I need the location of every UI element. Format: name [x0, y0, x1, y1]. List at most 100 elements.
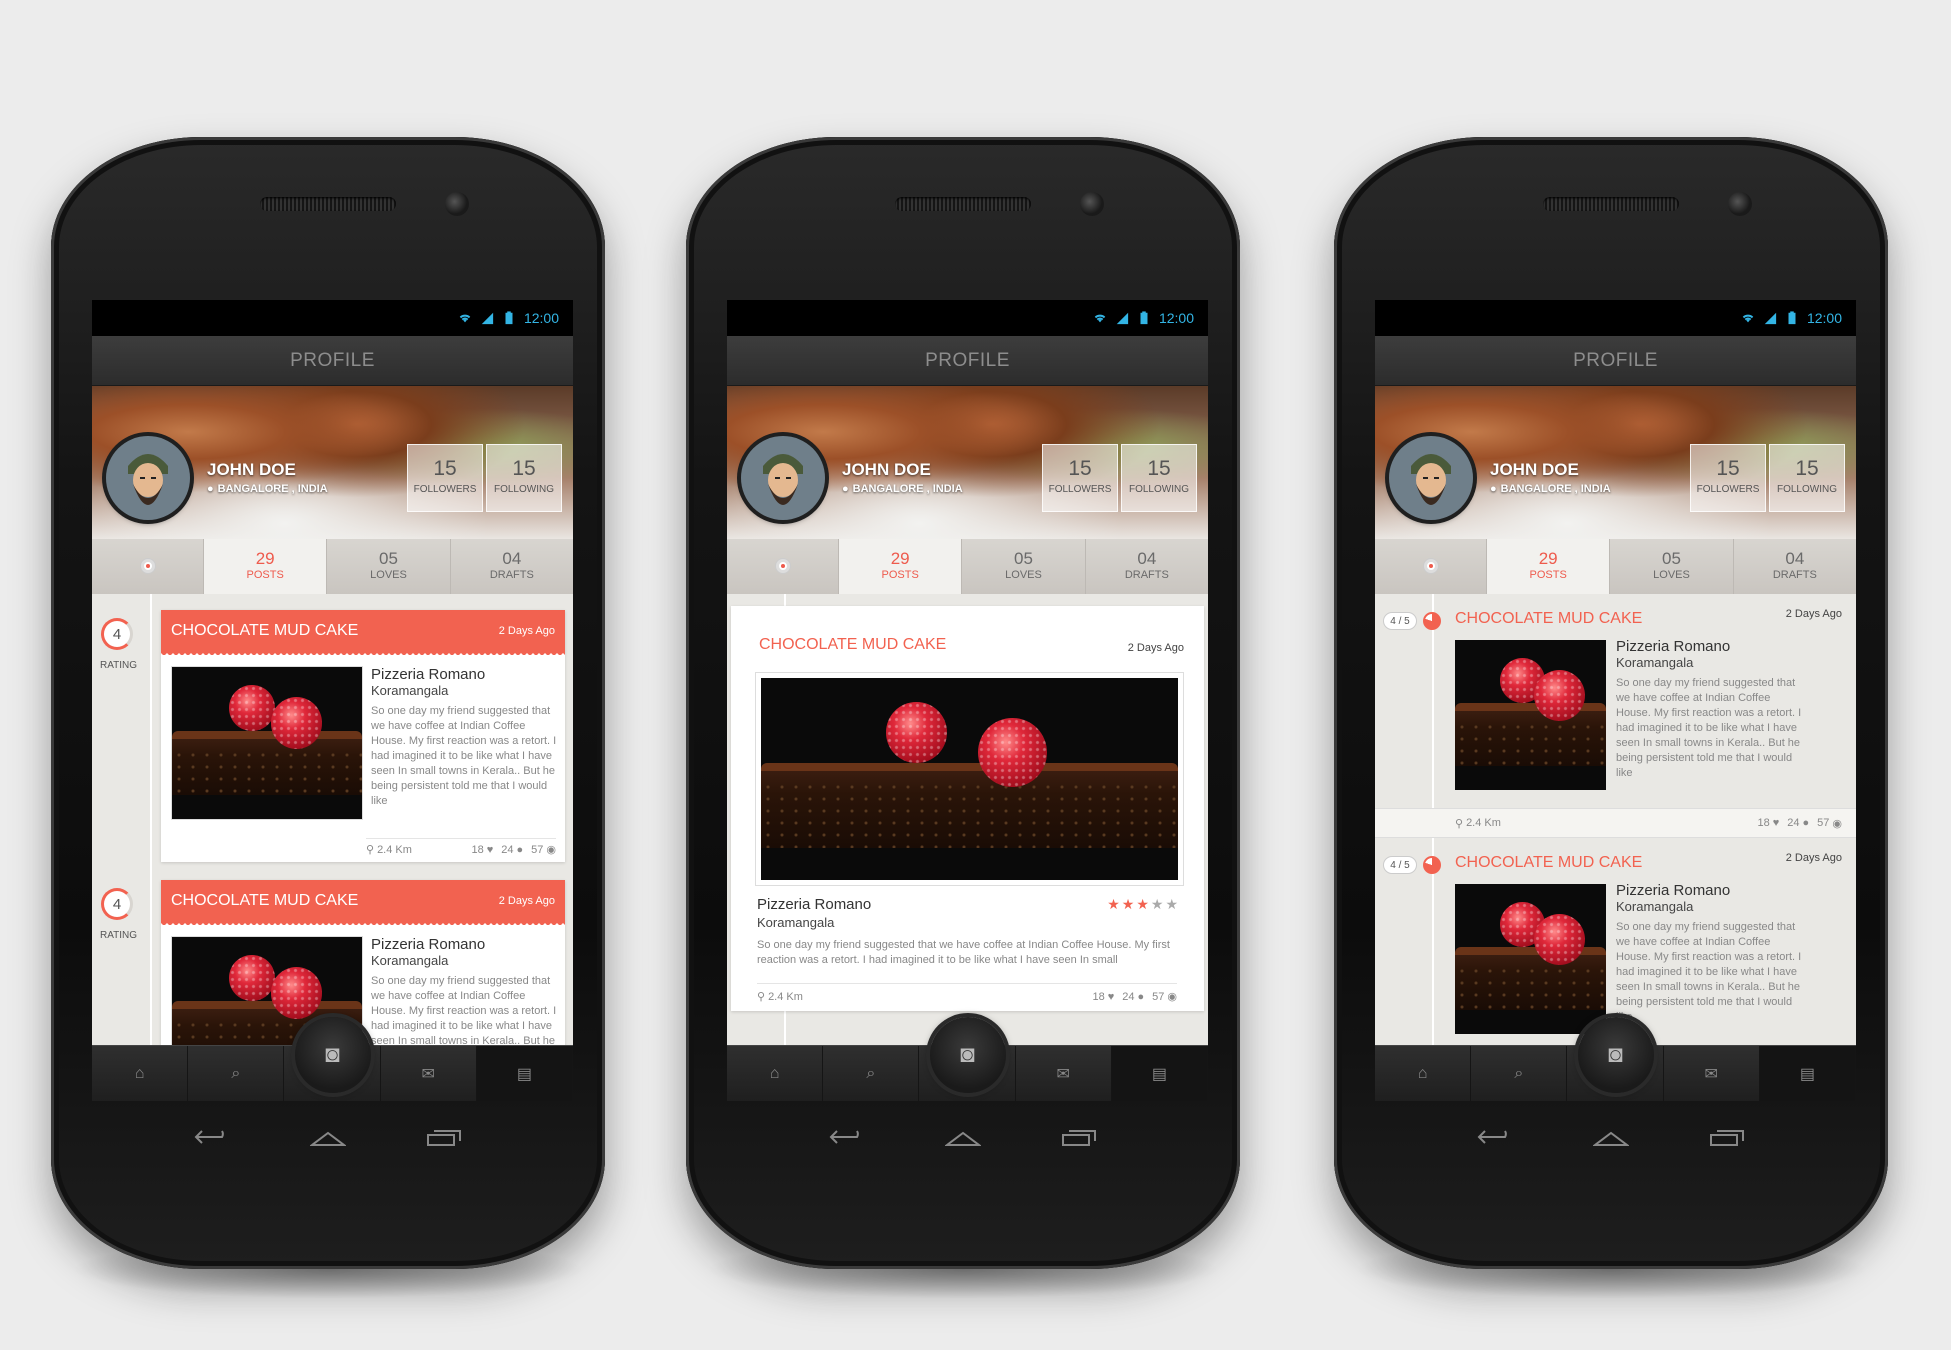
tab-drafts[interactable]: 04 DRAFTS — [451, 539, 573, 594]
comment-icon[interactable]: ● — [516, 844, 523, 856]
view-count: 57 — [1152, 990, 1165, 1003]
tab-posts[interactable]: 29 POSTS — [1487, 539, 1611, 594]
recent-icon[interactable] — [1061, 1127, 1097, 1147]
back-icon[interactable] — [194, 1127, 230, 1147]
hardware-keys — [686, 1127, 1240, 1147]
comment-count: 24 — [501, 843, 514, 856]
location-pin-icon: ⚲ — [366, 844, 375, 856]
back-icon[interactable] — [829, 1127, 865, 1147]
chat-icon[interactable]: ✉ — [381, 1046, 477, 1101]
view-count: 57 — [531, 843, 544, 856]
followers-stat[interactable]: 15 FOLLOWERS — [1042, 444, 1118, 512]
rating-value: 4 — [112, 895, 122, 913]
post-card[interactable]: CHOCOLATE MUD CAKE 2 Days Ago Pizzeria Ro… — [161, 880, 565, 1045]
recent-icon[interactable] — [1709, 1127, 1745, 1147]
tab-loves[interactable]: 05 LOVES — [327, 539, 451, 594]
post-date: 2 Days Ago — [1785, 852, 1842, 864]
rating-value: 4 — [112, 625, 122, 643]
home-icon[interactable]: ⌂ — [727, 1046, 824, 1101]
front-camera — [1728, 192, 1752, 216]
post-body[interactable]: Pizzeria Romano Koramangala So one day m… — [1616, 638, 1806, 782]
home-key-icon[interactable] — [310, 1127, 346, 1147]
hardware-keys — [1334, 1127, 1888, 1147]
post-feed: CHOCOLATE MUD CAKE 2 Days Ago Pizzeria R… — [727, 594, 1208, 1045]
heart-icon[interactable]: ♥ — [1108, 991, 1115, 1003]
tab-posts[interactable]: 29 POSTS — [204, 539, 328, 594]
search-icon[interactable]: ⌕ — [823, 1046, 920, 1101]
home-icon[interactable]: ⌂ — [1375, 1046, 1472, 1101]
action-bar: PROFILE — [1375, 336, 1856, 386]
loves-count: 05 — [1662, 549, 1681, 568]
avatar[interactable] — [741, 436, 825, 520]
timeline-indicator — [727, 539, 839, 594]
drafts-label: DRAFTS — [489, 569, 534, 581]
camera-button[interactable]: ◙ — [929, 1017, 1006, 1093]
loves-label: LOVES — [370, 569, 407, 581]
place-area: Koramangala — [371, 683, 449, 698]
heart-icon[interactable]: ♥ — [1773, 817, 1780, 829]
recent-icon[interactable] — [426, 1127, 462, 1147]
timeline-indicator — [1375, 539, 1487, 594]
user-name: JOHN DOE — [207, 460, 296, 479]
followers-count: 15 — [1716, 457, 1740, 480]
home-key-icon[interactable] — [945, 1127, 981, 1147]
search-icon[interactable]: ⌕ — [188, 1046, 285, 1101]
followers-stat[interactable]: 15 FOLLOWERS — [1690, 444, 1766, 512]
following-stat[interactable]: 15 FOLLOWING — [486, 444, 562, 512]
tab-drafts[interactable]: 04 DRAFTS — [1086, 539, 1208, 594]
camera-button[interactable]: ◙ — [1577, 1017, 1654, 1093]
place-area: Koramangala — [1616, 655, 1694, 670]
rating-pie — [1423, 856, 1441, 874]
avatar[interactable] — [106, 436, 190, 520]
feed-icon[interactable]: ▤ — [1759, 1046, 1856, 1101]
post-body[interactable]: Pizzeria Romano Koramangala So one day m… — [1616, 882, 1806, 1026]
heart-icon[interactable]: ♥ — [487, 844, 494, 856]
posts-label: POSTS — [246, 569, 284, 581]
followers-stat[interactable]: 15 FOLLOWERS — [407, 444, 483, 512]
hardware-keys — [51, 1127, 605, 1147]
page-title: PROFILE — [1573, 349, 1658, 371]
home-icon[interactable]: ⌂ — [92, 1046, 189, 1101]
comment-icon[interactable]: ● — [1137, 991, 1144, 1003]
comment-count: 24 — [1122, 990, 1135, 1003]
post-meta: ⚲ 2.4 Km 18 ♥ 24 ● 57 ◉ — [757, 983, 1177, 1003]
status-bar: 12:00 — [92, 300, 573, 336]
avatar[interactable] — [1389, 436, 1473, 520]
search-icon[interactable]: ⌕ — [1471, 1046, 1568, 1101]
user-location: ● BANGALORE , INDIA — [1490, 483, 1611, 495]
rating-badge: 4 — [101, 618, 133, 650]
feed-icon[interactable]: ▤ — [1111, 1046, 1208, 1101]
home-key-icon[interactable] — [1593, 1127, 1629, 1147]
avatar-illustration — [741, 436, 825, 520]
posts-count: 29 — [255, 549, 275, 568]
following-stat[interactable]: 15 FOLLOWING — [1121, 444, 1197, 512]
chat-icon[interactable]: ✉ — [1016, 1046, 1112, 1101]
following-stat[interactable]: 15 FOLLOWING — [1769, 444, 1845, 512]
post-card[interactable]: CHOCOLATE MUD CAKE 2 Days Ago Pizzeria R… — [731, 606, 1204, 1011]
user-name: JOHN DOE — [1490, 460, 1579, 479]
post-feed: 4 RATING CHOCOLATE MUD CAKE 2 Days Ago Pi… — [92, 594, 573, 1045]
location-text: BANGALORE , INDIA — [852, 483, 963, 495]
posts-label: POSTS — [1529, 569, 1567, 581]
comment-icon[interactable]: ● — [1802, 817, 1809, 829]
camera-button[interactable]: ◙ — [294, 1017, 371, 1093]
chat-icon[interactable]: ✉ — [1664, 1046, 1760, 1101]
tab-loves[interactable]: 05 LOVES — [962, 539, 1086, 594]
post-title: CHOCOLATE MUD CAKE — [759, 636, 947, 653]
place-area: Koramangala — [371, 953, 449, 968]
tab-drafts[interactable]: 04 DRAFTS — [1734, 539, 1856, 594]
post-card[interactable]: CHOCOLATE MUD CAKE 2 Days Ago Pizzeria Ro… — [161, 610, 565, 862]
clock: 12:00 — [1158, 310, 1194, 326]
post-title: CHOCOLATE MUD CAKE — [171, 622, 359, 639]
post-description: So one day my friend suggested that we h… — [1616, 677, 1802, 779]
tab-loves[interactable]: 05 LOVES — [1610, 539, 1734, 594]
feed-icon[interactable]: ▤ — [476, 1046, 573, 1101]
tab-posts[interactable]: 29 POSTS — [839, 539, 963, 594]
profile-header: JOHN DOE ● BANGALORE , INDIA 15 FOLLOWERS … — [1375, 386, 1856, 539]
following-label: FOLLOWING — [1128, 484, 1189, 495]
back-icon[interactable] — [1477, 1127, 1513, 1147]
post-title: CHOCOLATE MUD CAKE — [1455, 610, 1643, 627]
post-feed: 4 / 5 CHOCOLATE MUD CAKE 2 Days Ago Pizz… — [1375, 594, 1856, 1045]
user-location: ● BANGALORE , INDIA — [842, 483, 963, 495]
page-title: PROFILE — [290, 349, 375, 371]
